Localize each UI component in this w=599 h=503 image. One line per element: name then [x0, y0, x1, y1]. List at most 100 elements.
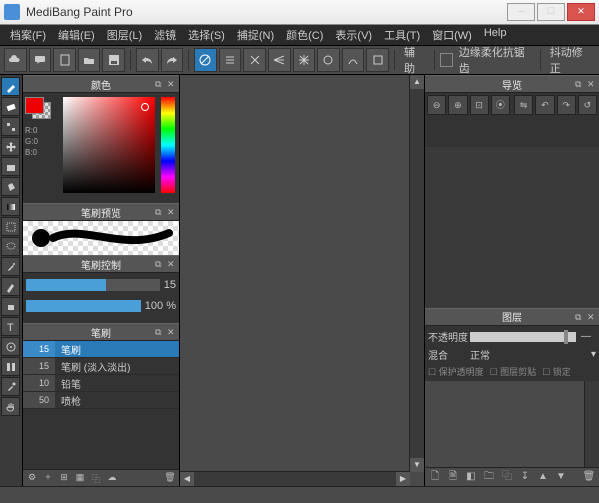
- scroll-up-icon[interactable]: ▲: [410, 75, 424, 89]
- layer-opacity-slider[interactable]: [470, 332, 576, 342]
- layer-down-icon[interactable]: ▼: [553, 470, 569, 484]
- eraser-tool[interactable]: [1, 97, 20, 116]
- layer-up-icon[interactable]: ▲: [535, 470, 551, 484]
- undock-icon[interactable]: ⧉: [155, 79, 165, 89]
- new-folder-icon[interactable]: 🗀: [481, 470, 497, 484]
- undock-icon[interactable]: ⧉: [155, 327, 165, 337]
- snap-circle-icon[interactable]: [317, 48, 340, 72]
- close-panel-icon[interactable]: ✕: [167, 207, 177, 217]
- undo-icon[interactable]: [136, 48, 159, 72]
- canvas-area[interactable]: ▲ ▼ ◀ ▶: [180, 75, 425, 486]
- zoom-fit-icon[interactable]: ⊡: [470, 95, 489, 115]
- rotate-right-icon[interactable]: ↷: [557, 95, 576, 115]
- wand-tool[interactable]: [1, 257, 20, 276]
- add-group-icon[interactable]: ⊞: [57, 472, 71, 484]
- menu-view[interactable]: 表示(V): [329, 25, 378, 45]
- brush-size-slider[interactable]: [26, 279, 160, 291]
- menu-select[interactable]: 选择(S): [182, 25, 231, 45]
- blend-mode-select[interactable]: 正常: [470, 347, 490, 362]
- menu-window[interactable]: 窗口(W): [426, 25, 478, 45]
- close-panel-icon[interactable]: ✕: [167, 259, 177, 269]
- menu-help[interactable]: Help: [478, 25, 513, 45]
- lock-checkbox[interactable]: 锁定: [542, 365, 571, 378]
- new-icon[interactable]: [53, 48, 76, 72]
- minimize-button[interactable]: ─: [507, 3, 535, 21]
- zoom-in-icon[interactable]: ⊕: [448, 95, 467, 115]
- select-tool[interactable]: [1, 217, 20, 236]
- close-panel-icon[interactable]: ✕: [587, 312, 597, 322]
- rotate-left-icon[interactable]: ↶: [535, 95, 554, 115]
- protect-alpha-checkbox[interactable]: 保护透明度: [428, 365, 484, 378]
- maximize-button[interactable]: ☐: [537, 3, 565, 21]
- gradient-tool[interactable]: [1, 197, 20, 216]
- brush-item[interactable]: 50喷枪: [23, 392, 179, 409]
- open-icon[interactable]: [78, 48, 101, 72]
- dot-tool[interactable]: [1, 117, 20, 136]
- menu-file[interactable]: 档案(F): [4, 25, 52, 45]
- snap-parallel-icon[interactable]: [219, 48, 242, 72]
- flip-icon[interactable]: ⇋: [514, 95, 533, 115]
- scrollbar-h[interactable]: [194, 472, 396, 486]
- saturation-value-picker[interactable]: [63, 97, 155, 193]
- menu-snap[interactable]: 捕捉(N): [231, 25, 280, 45]
- duplicate-icon[interactable]: ⿻: [89, 472, 103, 484]
- scroll-right-icon[interactable]: ▶: [396, 472, 410, 486]
- menu-color[interactable]: 颜色(C): [280, 25, 329, 45]
- move-tool[interactable]: [1, 137, 20, 156]
- brush-item[interactable]: 15笔刷: [23, 341, 179, 358]
- brush-list[interactable]: 15笔刷 15笔刷 (淡入淡出) 10铅笔 50喷枪: [23, 341, 179, 469]
- eyedropper-tool[interactable]: [1, 377, 20, 396]
- brush-item[interactable]: 10铅笔: [23, 375, 179, 392]
- close-panel-icon[interactable]: ✕: [167, 79, 177, 89]
- brush-tool[interactable]: [1, 77, 20, 96]
- delete-layer-icon[interactable]: 🗑: [581, 470, 597, 484]
- brush-item[interactable]: 15笔刷 (淡入淡出): [23, 358, 179, 375]
- scroll-left-icon[interactable]: ◀: [180, 472, 194, 486]
- pen-select-tool[interactable]: [1, 277, 20, 296]
- snap-cross-icon[interactable]: [243, 48, 266, 72]
- trash-icon[interactable]: 🗑: [163, 472, 177, 484]
- bucket-tool[interactable]: [1, 177, 20, 196]
- fill-tool[interactable]: [1, 157, 20, 176]
- erase-select-tool[interactable]: [1, 297, 20, 316]
- clipping-checkbox[interactable]: 图层剪贴: [490, 365, 537, 378]
- aa-checkbox[interactable]: [440, 53, 453, 67]
- zoom-out-icon[interactable]: ⊖: [427, 95, 446, 115]
- hand-tool[interactable]: [1, 397, 20, 416]
- save-icon[interactable]: [102, 48, 125, 72]
- foreground-color[interactable]: [25, 97, 44, 114]
- cloud-icon[interactable]: [4, 48, 27, 72]
- menu-layer[interactable]: 图层(L): [101, 25, 148, 45]
- chat-icon[interactable]: [29, 48, 52, 72]
- layer-scrollbar[interactable]: [584, 381, 599, 468]
- duplicate-layer-icon[interactable]: ⿻: [499, 470, 515, 484]
- new-layer2-icon[interactable]: 🗎: [445, 470, 461, 484]
- menu-edit[interactable]: 编辑(E): [52, 25, 101, 45]
- download-icon[interactable]: ☁: [105, 472, 119, 484]
- scrollbar-v[interactable]: [410, 89, 424, 458]
- layer-list[interactable]: [425, 381, 599, 468]
- new-layer3-icon[interactable]: ◧: [463, 470, 479, 484]
- snap-curve-icon[interactable]: [342, 48, 365, 72]
- close-panel-icon[interactable]: ✕: [167, 327, 177, 337]
- redo-icon[interactable]: [161, 48, 184, 72]
- hue-slider[interactable]: [161, 97, 175, 193]
- undock-icon[interactable]: ⧉: [155, 207, 165, 217]
- reset-icon[interactable]: ↺: [578, 95, 597, 115]
- dropdown-icon[interactable]: ▾: [591, 349, 596, 360]
- menu-tool[interactable]: 工具(T): [378, 25, 426, 45]
- undock-icon[interactable]: ⧉: [575, 79, 585, 89]
- lasso-tool[interactable]: [1, 237, 20, 256]
- undock-icon[interactable]: ⧉: [155, 259, 165, 269]
- undock-icon[interactable]: ⧉: [575, 312, 585, 322]
- snap-radial-icon[interactable]: [293, 48, 316, 72]
- gear-icon[interactable]: ⚙: [25, 472, 39, 484]
- merge-down-icon[interactable]: ↧: [517, 470, 533, 484]
- divide-tool[interactable]: [1, 357, 20, 376]
- scroll-down-icon[interactable]: ▼: [410, 458, 424, 472]
- close-panel-icon[interactable]: ✕: [587, 79, 597, 89]
- color-swatches[interactable]: [25, 97, 51, 119]
- snap-off-icon[interactable]: [194, 48, 217, 72]
- zoom-100-icon[interactable]: ⦿: [491, 95, 510, 115]
- add-folder-icon[interactable]: ▦: [73, 472, 87, 484]
